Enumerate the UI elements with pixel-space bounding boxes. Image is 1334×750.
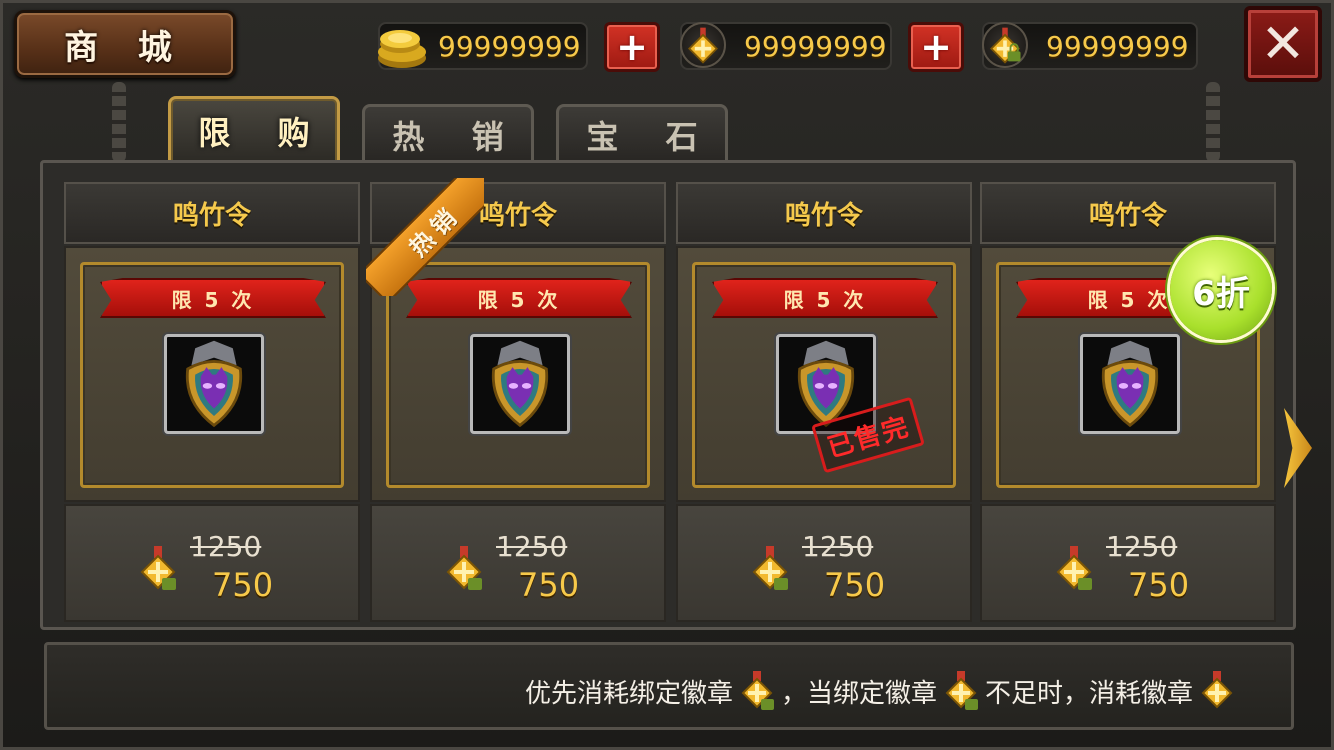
tab-limited[interactable]: 限 购	[168, 96, 340, 162]
hot-label: 热销	[403, 199, 466, 262]
footer-hint: 优先消耗绑定徽章 ，当绑定徽章 不足时，消耗徽章	[44, 642, 1294, 730]
bound-badge-icon	[140, 546, 176, 590]
close-button[interactable]: ✕	[1244, 6, 1322, 82]
item-name: 鸣竹令	[478, 200, 557, 231]
badge-icon	[1201, 671, 1233, 709]
tab-label: 热 销	[392, 117, 522, 156]
tab-hot[interactable]: 热 销	[362, 104, 534, 162]
footer-part1: 优先消耗绑定徽章	[524, 678, 733, 709]
shop-title-plate: 商 城	[14, 10, 236, 78]
footer-part3: 不足时，消耗徽章	[984, 678, 1193, 709]
item-body: 限 5 次	[64, 246, 360, 502]
limit-ribbon: 限 5 次	[100, 278, 326, 318]
sale-price: 750	[212, 566, 274, 604]
bound-badge-icon	[446, 546, 482, 590]
limit-label: 限 5 次	[171, 287, 255, 312]
hot-tag: 热销	[366, 178, 484, 296]
chain-decoration	[112, 82, 126, 162]
sale-price: 750	[518, 566, 580, 604]
item-card[interactable]: 鸣竹令 限 5 次 1250 750	[676, 182, 972, 622]
item-image	[1080, 334, 1180, 434]
discount-badge: 6折	[1170, 240, 1272, 340]
sale-price: 750	[1128, 566, 1190, 604]
original-price: 1250	[802, 530, 874, 563]
item-name-bar: 鸣竹令	[64, 182, 360, 244]
tab-gems[interactable]: 宝 石	[556, 104, 728, 162]
sale-price: 750	[824, 566, 886, 604]
original-price: 1250	[496, 530, 568, 563]
limit-label: 限 5 次	[477, 287, 561, 312]
discount-label: 6折	[1192, 273, 1250, 314]
add-gold-button[interactable]: +	[604, 22, 660, 72]
bound-badge-currency-bar: 99999999	[982, 22, 1198, 70]
bound-badge-icon	[741, 671, 774, 710]
price-area: 1250 750	[676, 504, 972, 622]
tab-label: 宝 石	[586, 117, 716, 156]
badge-amount: 99999999	[744, 29, 887, 63]
chain-decoration	[1206, 82, 1220, 162]
bound-badge-icon	[752, 546, 788, 590]
bound-badge-icon	[982, 22, 1028, 68]
bound-badge-icon	[945, 671, 978, 710]
plus-icon: +	[920, 25, 952, 69]
item-name-bar: 鸣竹令	[676, 182, 972, 244]
mask-shield-icon	[1101, 340, 1159, 428]
item-name: 鸣竹令	[784, 200, 863, 231]
limit-ribbon: 限 5 次	[712, 278, 938, 318]
close-icon: ✕	[1260, 12, 1306, 75]
tab-label: 限 购	[198, 113, 328, 152]
item-name: 鸣竹令	[172, 200, 251, 231]
price-area: 1250 750	[370, 504, 666, 622]
mask-shield-icon	[185, 340, 243, 428]
shop-title: 商 城	[64, 27, 186, 68]
item-image	[164, 334, 264, 434]
price-area: 1250 750	[64, 504, 360, 622]
original-price: 1250	[1106, 530, 1178, 563]
footer-part2: ，当绑定徽章	[780, 678, 937, 709]
gold-currency-bar: 99999999	[378, 22, 588, 70]
item-name-bar: 鸣竹令	[980, 182, 1276, 244]
mask-shield-icon	[491, 340, 549, 428]
gold-coins-icon	[378, 30, 426, 68]
bound-badge-amount: 99999999	[1046, 29, 1189, 63]
badge-currency-bar: 99999999	[680, 22, 892, 70]
add-badge-button[interactable]: +	[908, 22, 964, 72]
plus-icon: +	[616, 25, 648, 69]
item-name: 鸣竹令	[1088, 200, 1167, 231]
original-price: 1250	[190, 530, 262, 563]
limit-label: 限 5 次	[1087, 287, 1171, 312]
bound-badge-icon	[1056, 546, 1092, 590]
item-card[interactable]: 鸣竹令 限 5 次 1250 750	[64, 182, 360, 622]
price-area: 1250 750	[980, 504, 1276, 622]
gold-amount: 99999999	[438, 29, 581, 63]
badge-icon	[680, 22, 726, 68]
limit-label: 限 5 次	[783, 287, 867, 312]
item-image	[470, 334, 570, 434]
footer-text: 优先消耗绑定徽章 ，当绑定徽章 不足时，消耗徽章	[525, 669, 1237, 713]
